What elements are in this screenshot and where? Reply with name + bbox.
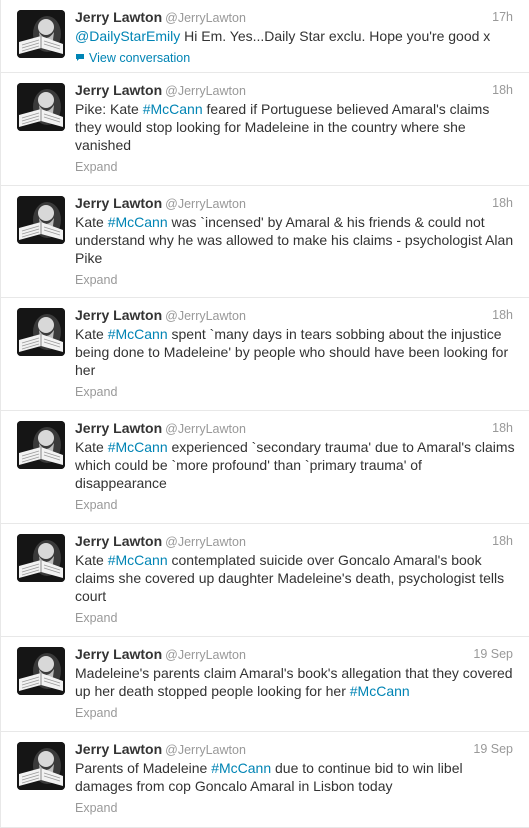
expand-link[interactable]: Expand bbox=[75, 384, 515, 400]
view-conversation-link[interactable]: View conversation bbox=[75, 50, 515, 67]
tweet-text-segment: Madeleine's parents claim Amaral's book'… bbox=[75, 665, 513, 699]
expand-link[interactable]: Expand bbox=[75, 497, 515, 513]
author-handle[interactable]: @JerryLawton bbox=[165, 535, 246, 549]
tweet-item[interactable]: Jerry Lawton @JerryLawton 19 Sep Parents of… bbox=[1, 732, 529, 828]
avatar[interactable] bbox=[17, 421, 65, 469]
tweet-text: Kate #McCann contemplated suicide over G… bbox=[75, 551, 515, 605]
tweet-text: Madeleine's parents claim Amaral's book'… bbox=[75, 664, 515, 700]
tweet-item[interactable]: Jerry Lawton @JerryLawton 18h Kate #McCann … bbox=[1, 411, 529, 524]
tweet-text-segment: Kate bbox=[75, 214, 108, 230]
tweet-timeline: Jerry Lawton @JerryLawton 17h @DailyStarEmi… bbox=[0, 0, 529, 828]
tweet-header: Jerry Lawton @JerryLawton bbox=[75, 81, 515, 99]
avatar[interactable] bbox=[17, 534, 65, 582]
tweet-header: Jerry Lawton @JerryLawton bbox=[75, 194, 515, 212]
tweet-header: Jerry Lawton @JerryLawton bbox=[75, 532, 515, 550]
author-name[interactable]: Jerry Lawton bbox=[75, 420, 162, 436]
tweet-timestamp[interactable]: 18h bbox=[492, 194, 513, 212]
author-name[interactable]: Jerry Lawton bbox=[75, 533, 162, 549]
tweet-text: Kate #McCann experienced `secondary trau… bbox=[75, 438, 515, 492]
tweet-text: @DailyStarEmily Hi Em. Yes...Daily Star … bbox=[75, 27, 515, 45]
author-name[interactable]: Jerry Lawton bbox=[75, 82, 162, 98]
tweet-text-segment: Parents of Madeleine bbox=[75, 760, 212, 776]
hashtag-link[interactable]: #McCann bbox=[143, 101, 203, 117]
tweet-header: Jerry Lawton @JerryLawton bbox=[75, 645, 515, 663]
tweet-header: Jerry Lawton @JerryLawton bbox=[75, 306, 515, 324]
tweet-header: Jerry Lawton @JerryLawton bbox=[75, 419, 515, 437]
author-name[interactable]: Jerry Lawton bbox=[75, 307, 162, 323]
tweet-timestamp[interactable]: 19 Sep bbox=[473, 740, 513, 758]
expand-link[interactable]: Expand bbox=[75, 159, 515, 175]
tweet-timestamp[interactable]: 18h bbox=[492, 419, 513, 437]
tweet-text-segment: Kate bbox=[75, 552, 108, 568]
tweet-item[interactable]: Jerry Lawton @JerryLawton 18h Kate #McCann … bbox=[1, 524, 529, 637]
tweet-timestamp[interactable]: 19 Sep bbox=[473, 645, 513, 663]
author-handle[interactable]: @JerryLawton bbox=[165, 11, 246, 25]
hashtag-link[interactable]: #McCann bbox=[350, 683, 410, 699]
tweet-item[interactable]: Jerry Lawton @JerryLawton 18h Pike: Kate #M… bbox=[1, 73, 529, 186]
tweet-header: Jerry Lawton @JerryLawton bbox=[75, 740, 515, 758]
author-name[interactable]: Jerry Lawton bbox=[75, 646, 162, 662]
author-handle[interactable]: @JerryLawton bbox=[165, 743, 246, 757]
expand-link[interactable]: Expand bbox=[75, 800, 515, 816]
author-handle[interactable]: @JerryLawton bbox=[165, 309, 246, 323]
hashtag-link[interactable]: #McCann bbox=[108, 552, 168, 568]
hashtag-link[interactable]: #McCann bbox=[211, 760, 271, 776]
expand-link[interactable]: Expand bbox=[75, 705, 515, 721]
mention-link[interactable]: @DailyStarEmily bbox=[75, 28, 180, 44]
avatar[interactable] bbox=[17, 308, 65, 356]
author-handle[interactable]: @JerryLawton bbox=[165, 422, 246, 436]
tweet-timestamp[interactable]: 17h bbox=[492, 8, 513, 26]
tweet-text: Kate #McCann spent `many days in tears s… bbox=[75, 325, 515, 379]
avatar[interactable] bbox=[17, 10, 65, 58]
hashtag-link[interactable]: #McCann bbox=[108, 214, 168, 230]
tweet-item[interactable]: Jerry Lawton @JerryLawton 19 Sep Madeleine'… bbox=[1, 637, 529, 732]
author-handle[interactable]: @JerryLawton bbox=[165, 84, 246, 98]
tweet-text-segment: Pike: Kate bbox=[75, 101, 143, 117]
tweet-text-segment: Kate bbox=[75, 326, 108, 342]
tweet-header: Jerry Lawton @JerryLawton bbox=[75, 8, 515, 26]
tweet-text: Pike: Kate #McCann feared if Portuguese … bbox=[75, 100, 515, 154]
author-name[interactable]: Jerry Lawton bbox=[75, 9, 162, 25]
tweet-text: Parents of Madeleine #McCann due to cont… bbox=[75, 759, 515, 795]
avatar[interactable] bbox=[17, 647, 65, 695]
expand-link[interactable]: Expand bbox=[75, 272, 515, 288]
expand-link[interactable]: Expand bbox=[75, 610, 515, 626]
author-handle[interactable]: @JerryLawton bbox=[165, 648, 246, 662]
tweet-item[interactable]: Jerry Lawton @JerryLawton 18h Kate #McCann … bbox=[1, 298, 529, 411]
tweet-timestamp[interactable]: 18h bbox=[492, 81, 513, 99]
tweet-text-segment: Kate bbox=[75, 439, 108, 455]
tweet-timestamp[interactable]: 18h bbox=[492, 532, 513, 550]
hashtag-link[interactable]: #McCann bbox=[108, 326, 168, 342]
speech-bubble-icon bbox=[75, 51, 85, 67]
tweet-text-segment: Hi Em. Yes...Daily Star exclu. Hope you'… bbox=[180, 28, 491, 44]
author-name[interactable]: Jerry Lawton bbox=[75, 741, 162, 757]
author-name[interactable]: Jerry Lawton bbox=[75, 195, 162, 211]
hashtag-link[interactable]: #McCann bbox=[108, 439, 168, 455]
author-handle[interactable]: @JerryLawton bbox=[165, 197, 246, 211]
tweet-text: Kate #McCann was `incensed' by Amaral & … bbox=[75, 213, 515, 267]
tweet-item[interactable]: Jerry Lawton @JerryLawton 17h @DailyStarEmi… bbox=[1, 0, 529, 73]
view-conversation-label: View conversation bbox=[89, 51, 191, 65]
avatar[interactable] bbox=[17, 196, 65, 244]
avatar[interactable] bbox=[17, 83, 65, 131]
tweet-item[interactable]: Jerry Lawton @JerryLawton 18h Kate #McCann … bbox=[1, 186, 529, 298]
avatar[interactable] bbox=[17, 742, 65, 790]
tweet-timestamp[interactable]: 18h bbox=[492, 306, 513, 324]
